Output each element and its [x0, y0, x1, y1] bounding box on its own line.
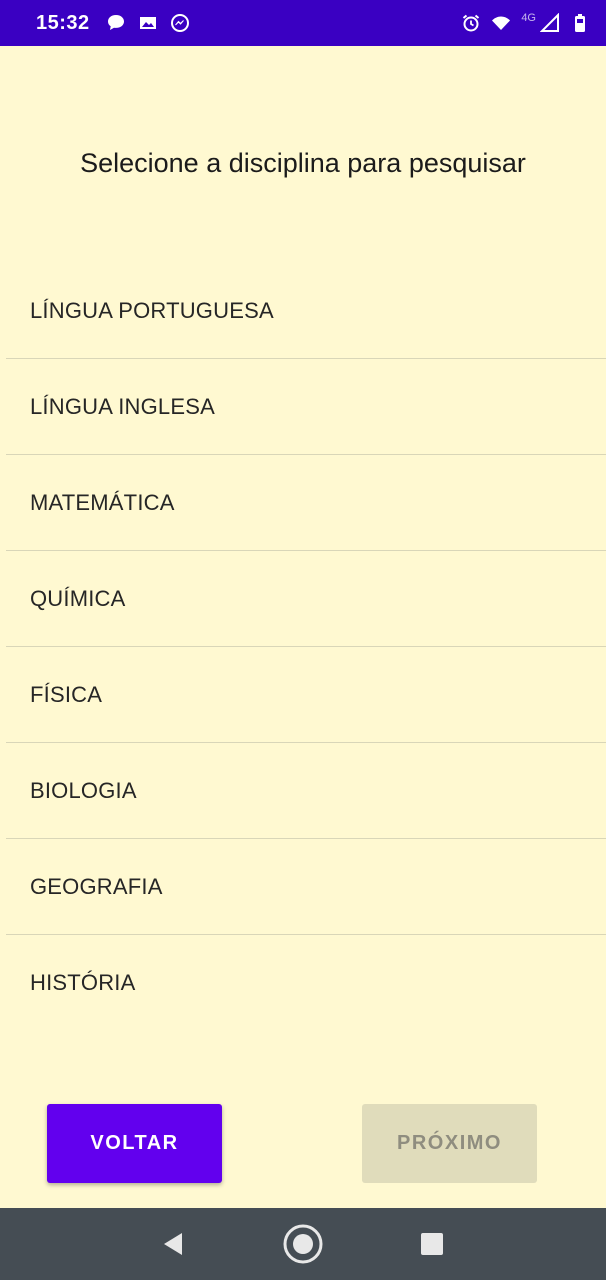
alarm-icon — [461, 13, 481, 33]
subject-item-geografia[interactable]: GEOGRAFIA — [6, 839, 606, 935]
next-button[interactable]: PRÓXIMO — [362, 1104, 537, 1183]
recents-square-icon[interactable] — [410, 1222, 454, 1266]
subject-label: LÍNGUA INGLESA — [30, 394, 215, 419]
subject-label: MATEMÁTICA — [30, 490, 175, 515]
back-triangle-icon[interactable] — [152, 1222, 196, 1266]
subject-item-lingua-portuguesa[interactable]: LÍNGUA PORTUGUESA — [6, 263, 606, 359]
subject-item-fisica[interactable]: FÍSICA — [6, 647, 606, 743]
subject-item-quimica[interactable]: QUÍMICA — [6, 551, 606, 647]
subject-label: FÍSICA — [30, 682, 103, 707]
chat-bubble-icon — [106, 13, 126, 33]
status-time: 15:32 — [36, 11, 90, 34]
subject-label: GEOGRAFIA — [30, 874, 163, 899]
photo-icon — [138, 13, 158, 33]
home-circle-icon[interactable] — [281, 1222, 325, 1266]
system-icons: 4G — [461, 12, 590, 33]
subject-item-lingua-inglesa[interactable]: LÍNGUA INGLESA — [6, 359, 606, 455]
subject-label: BIOLOGIA — [30, 778, 137, 803]
page-title: Selecione a disciplina para pesquisar — [80, 148, 526, 178]
subject-label: LÍNGUA PORTUGUESA — [30, 298, 274, 323]
messenger-icon — [170, 13, 190, 33]
subject-item-historia[interactable]: HISTÓRIA — [6, 935, 606, 1031]
subject-item-biologia[interactable]: BIOLOGIA — [6, 743, 606, 839]
subject-item-matematica[interactable]: MATEMÁTICA — [6, 455, 606, 551]
subject-list: LÍNGUA PORTUGUESA LÍNGUA INGLESA MATEMÁT… — [6, 263, 606, 1031]
subject-label: HISTÓRIA — [30, 970, 136, 995]
notification-icons — [106, 13, 190, 33]
battery-icon — [570, 13, 590, 33]
signal-icon — [540, 13, 560, 33]
navigation-bar — [0, 1208, 606, 1280]
status-bar: 15:32 4G — [0, 0, 606, 46]
subject-label: QUÍMICA — [30, 586, 126, 611]
network-type: 4G — [521, 12, 536, 24]
wifi-icon — [491, 13, 511, 33]
back-button[interactable]: VOLTAR — [47, 1104, 222, 1183]
